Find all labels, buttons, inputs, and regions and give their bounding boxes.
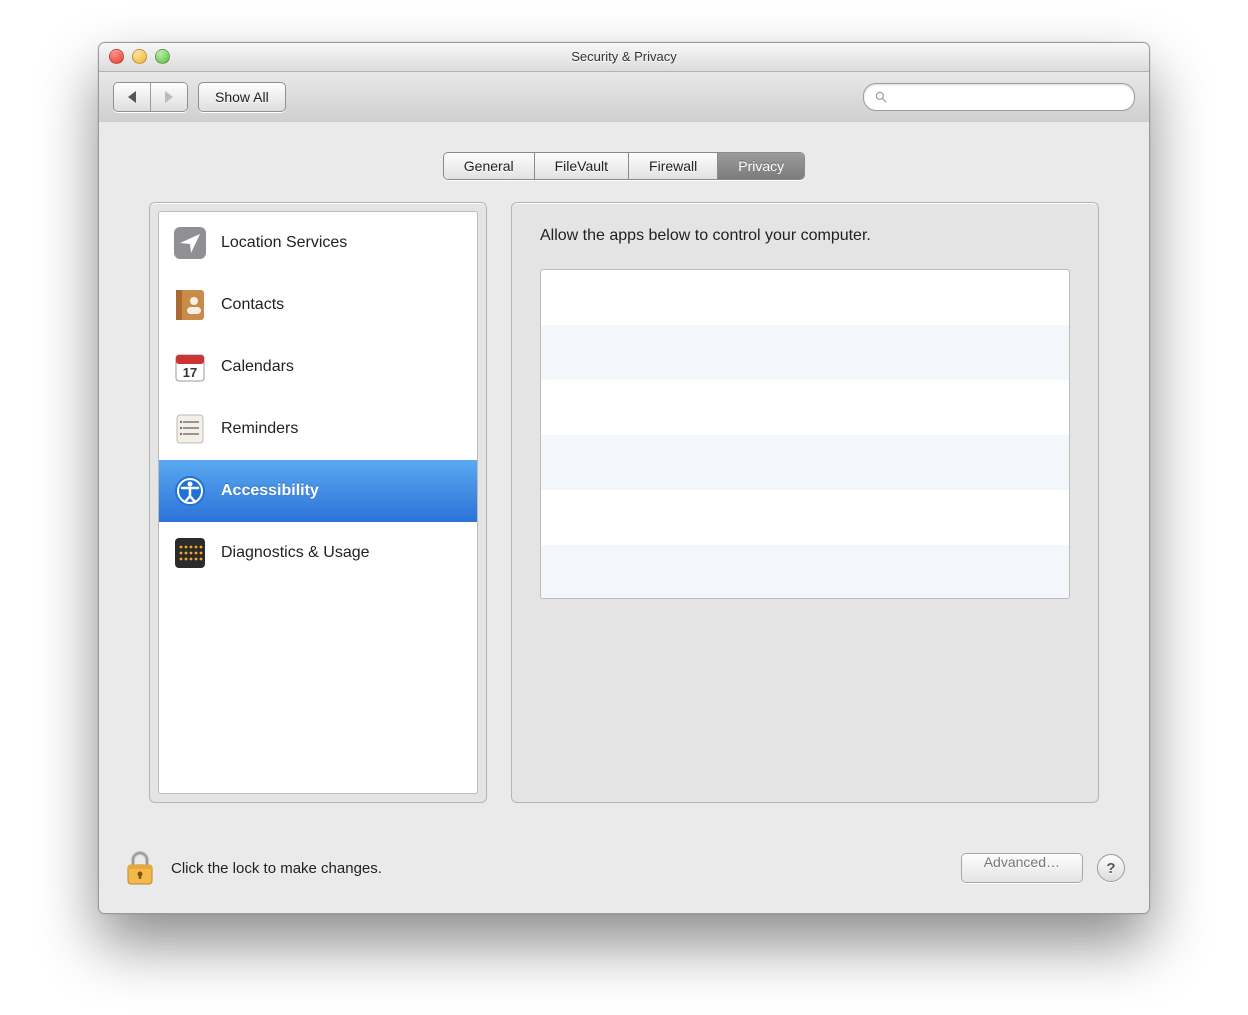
allowed-apps-list[interactable]	[540, 269, 1070, 599]
toolbar: Show All	[99, 72, 1149, 123]
tab-privacy-label: Privacy	[738, 158, 784, 174]
list-row[interactable]	[541, 545, 1069, 599]
advanced-button[interactable]: Advanced…	[961, 853, 1083, 883]
nav-segment	[113, 82, 188, 112]
detail-heading: Allow the apps below to control your com…	[540, 227, 1070, 245]
sidebar-item-reminders[interactable]: Reminders	[159, 398, 477, 460]
location-icon	[173, 226, 207, 260]
footer: Click the lock to make changes. Advanced…	[99, 823, 1149, 913]
accessibility-icon	[173, 474, 207, 508]
window-body: General FileVault Firewall Privacy	[99, 122, 1149, 913]
privacy-categories-panel: Location Services Contacts 17	[149, 202, 487, 803]
show-all-label: Show All	[215, 89, 269, 105]
tab-general-label: General	[464, 158, 514, 174]
lock-message: Click the lock to make changes.	[171, 860, 382, 877]
sidebar-item-label: Reminders	[221, 420, 298, 438]
minimize-window-button[interactable]	[132, 49, 147, 64]
back-button[interactable]	[114, 83, 150, 111]
sidebar-item-contacts[interactable]: Contacts	[159, 274, 477, 336]
svg-text:17: 17	[183, 365, 197, 380]
search-icon	[874, 90, 888, 104]
sidebar-item-label: Contacts	[221, 296, 284, 314]
show-all-button[interactable]: Show All	[198, 82, 286, 112]
tab-filevault[interactable]: FileVault	[534, 153, 628, 179]
tab-privacy[interactable]: Privacy	[717, 153, 804, 179]
tab-firewall-label: Firewall	[649, 158, 697, 174]
sidebar-item-accessibility[interactable]: Accessibility	[159, 460, 477, 522]
contacts-icon	[173, 288, 207, 322]
search-field[interactable]	[863, 83, 1135, 111]
list-row[interactable]	[541, 380, 1069, 435]
lock-icon[interactable]	[123, 848, 157, 888]
list-row[interactable]	[541, 435, 1069, 490]
chevron-right-icon	[165, 91, 173, 103]
tab-firewall[interactable]: Firewall	[628, 153, 717, 179]
tab-bar: General FileVault Firewall Privacy	[99, 152, 1149, 180]
reminders-icon	[173, 412, 207, 446]
list-row[interactable]	[541, 270, 1069, 325]
sidebar-item-label: Calendars	[221, 358, 294, 376]
window-title: Security & Privacy	[571, 49, 676, 64]
close-window-button[interactable]	[109, 49, 124, 64]
privacy-detail-panel: Allow the apps below to control your com…	[511, 202, 1099, 803]
list-row[interactable]	[541, 490, 1069, 545]
preferences-window: Security & Privacy Show All	[98, 42, 1150, 914]
tab-general[interactable]: General	[444, 153, 534, 179]
titlebar: Security & Privacy	[99, 43, 1149, 72]
help-icon: ?	[1106, 860, 1115, 877]
sidebar-item-location-services[interactable]: Location Services	[159, 212, 477, 274]
diagnostics-icon	[173, 536, 207, 570]
help-button[interactable]: ?	[1097, 854, 1125, 882]
zoom-window-button[interactable]	[155, 49, 170, 64]
forward-button[interactable]	[150, 83, 187, 111]
privacy-category-list[interactable]: Location Services Contacts 17	[158, 211, 478, 794]
sidebar-item-calendars[interactable]: 17 Calendars	[159, 336, 477, 398]
search-input[interactable]	[894, 89, 1124, 106]
advanced-label: Advanced…	[984, 854, 1060, 870]
sidebar-item-diagnostics[interactable]: Diagnostics & Usage	[159, 522, 477, 584]
sidebar-item-label: Diagnostics & Usage	[221, 544, 370, 562]
sidebar-item-label: Location Services	[221, 234, 347, 252]
window-controls	[109, 49, 170, 64]
tab-filevault-label: FileVault	[555, 158, 608, 174]
list-row[interactable]	[541, 325, 1069, 380]
calendar-icon: 17	[173, 350, 207, 384]
sidebar-item-label: Accessibility	[221, 482, 319, 500]
chevron-left-icon	[128, 91, 136, 103]
